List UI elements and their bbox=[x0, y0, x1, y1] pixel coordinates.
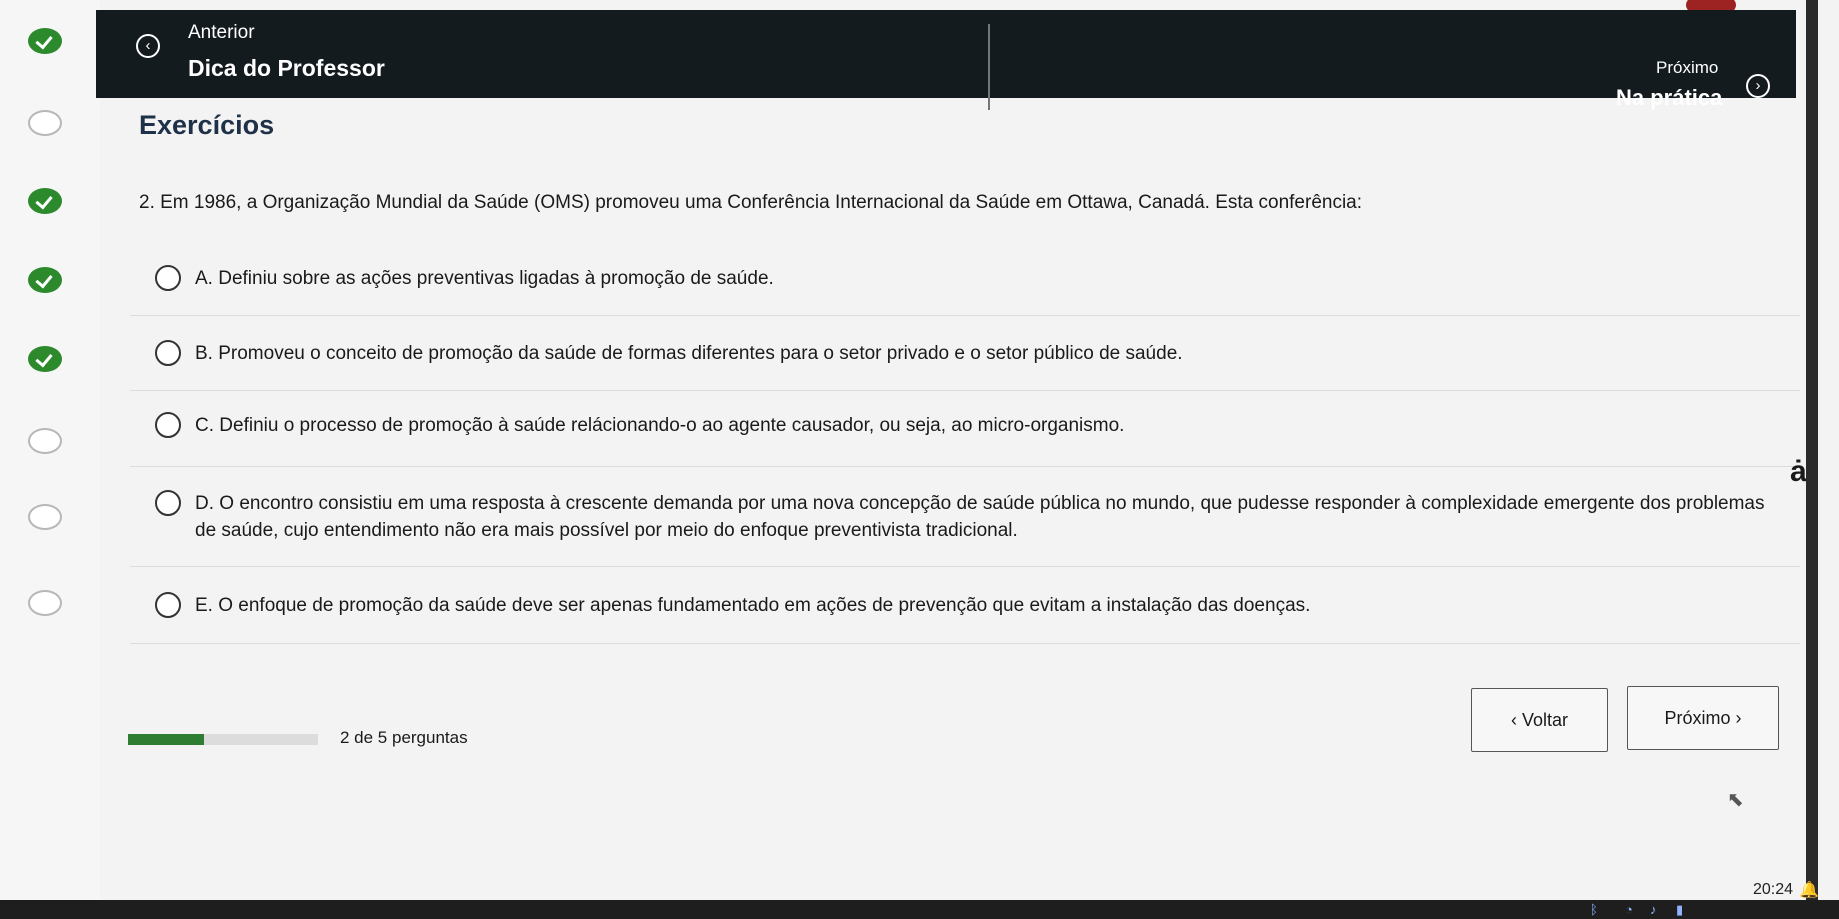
answer-option-d[interactable]: D. O encontro consistiu em uma resposta … bbox=[155, 490, 1775, 544]
answer-option-a[interactable]: A. Definiu sobre as ações preventivas li… bbox=[155, 265, 774, 292]
battery-icon[interactable]: ▮ bbox=[1676, 902, 1683, 918]
radio-button[interactable] bbox=[155, 265, 181, 291]
previous-label[interactable]: Anterior bbox=[188, 22, 255, 44]
radio-button[interactable] bbox=[155, 412, 181, 438]
chevron-left-icon: ‹ bbox=[1510, 709, 1522, 730]
step-complete-icon[interactable] bbox=[28, 188, 62, 214]
step-complete-icon[interactable] bbox=[28, 346, 62, 372]
progress-text: 2 de 5 perguntas bbox=[340, 728, 468, 747]
next-label[interactable]: Próximo bbox=[1656, 58, 1718, 78]
chevron-left-circle-icon[interactable]: ‹ bbox=[136, 34, 160, 58]
system-clock: 20:24 bbox=[1752, 881, 1793, 898]
chevron-right-circle-icon[interactable]: › bbox=[1746, 74, 1770, 98]
divider bbox=[130, 466, 1800, 467]
window-scrollbar[interactable] bbox=[1806, 0, 1818, 919]
next-button-label: Próximo bbox=[1664, 707, 1731, 728]
notification-bell-icon[interactable]: 🔔 bbox=[1799, 880, 1819, 900]
divider bbox=[130, 390, 1800, 391]
step-pending-icon[interactable] bbox=[28, 428, 62, 454]
answer-option-e[interactable]: E. O enfoque de promoção da saúde deve s… bbox=[155, 592, 1310, 619]
radio-button[interactable] bbox=[155, 340, 181, 366]
back-button[interactable]: ‹ Voltar bbox=[1471, 688, 1608, 752]
radio-button[interactable] bbox=[155, 490, 181, 516]
step-complete-icon[interactable] bbox=[28, 28, 62, 54]
question-text: 2. Em 1986, a Organização Mundial da Saú… bbox=[139, 192, 1363, 213]
system-taskbar: ᛒ ◔ ♪ ▮ bbox=[0, 900, 1839, 919]
option-label: C. Definiu o processo de promoção à saúd… bbox=[195, 415, 1125, 436]
mouse-cursor-icon: ⬉ bbox=[1727, 789, 1744, 811]
divider bbox=[130, 643, 1800, 644]
back-button-label: Voltar bbox=[1521, 709, 1569, 730]
option-label: B. Promoveu o conceito de promoção da sa… bbox=[195, 343, 1183, 364]
lesson-navigation-header: ‹ Anterior Dica do Professor Próximo Na … bbox=[96, 10, 1796, 110]
next-lesson-title[interactable]: Na prática bbox=[1616, 85, 1722, 111]
progress-rail bbox=[0, 0, 100, 919]
radio-button[interactable] bbox=[155, 592, 181, 618]
answer-option-b[interactable]: B. Promoveu o conceito de promoção da sa… bbox=[155, 340, 1183, 367]
step-pending-icon[interactable] bbox=[28, 590, 62, 616]
next-button[interactable]: Próximo › bbox=[1627, 686, 1779, 750]
section-title: Exercícios bbox=[139, 110, 275, 140]
header-divider bbox=[988, 24, 990, 110]
step-pending-icon[interactable] bbox=[28, 110, 62, 136]
answer-option-c[interactable]: C. Definiu o processo de promoção à saúd… bbox=[155, 412, 1124, 439]
progress-fill bbox=[128, 734, 204, 745]
option-label: D. O encontro consistiu em uma resposta … bbox=[195, 493, 1765, 541]
option-label: A. Definiu sobre as ações preventivas li… bbox=[195, 268, 774, 289]
speaker-icon[interactable]: ♪ bbox=[1650, 902, 1657, 917]
bluetooth-icon[interactable]: ᛒ bbox=[1590, 902, 1598, 917]
quiz-progress-bar bbox=[128, 734, 318, 745]
divider bbox=[130, 566, 1800, 567]
step-pending-icon[interactable] bbox=[28, 504, 62, 530]
wifi-icon[interactable]: ◔ bbox=[1625, 902, 1633, 917]
divider bbox=[130, 315, 1800, 316]
chevron-right-icon: › bbox=[1730, 707, 1742, 728]
previous-lesson-title[interactable]: Dica do Professor bbox=[188, 55, 385, 82]
option-label: E. O enfoque de promoção da saúde deve s… bbox=[195, 595, 1311, 616]
step-complete-icon[interactable] bbox=[28, 267, 62, 293]
